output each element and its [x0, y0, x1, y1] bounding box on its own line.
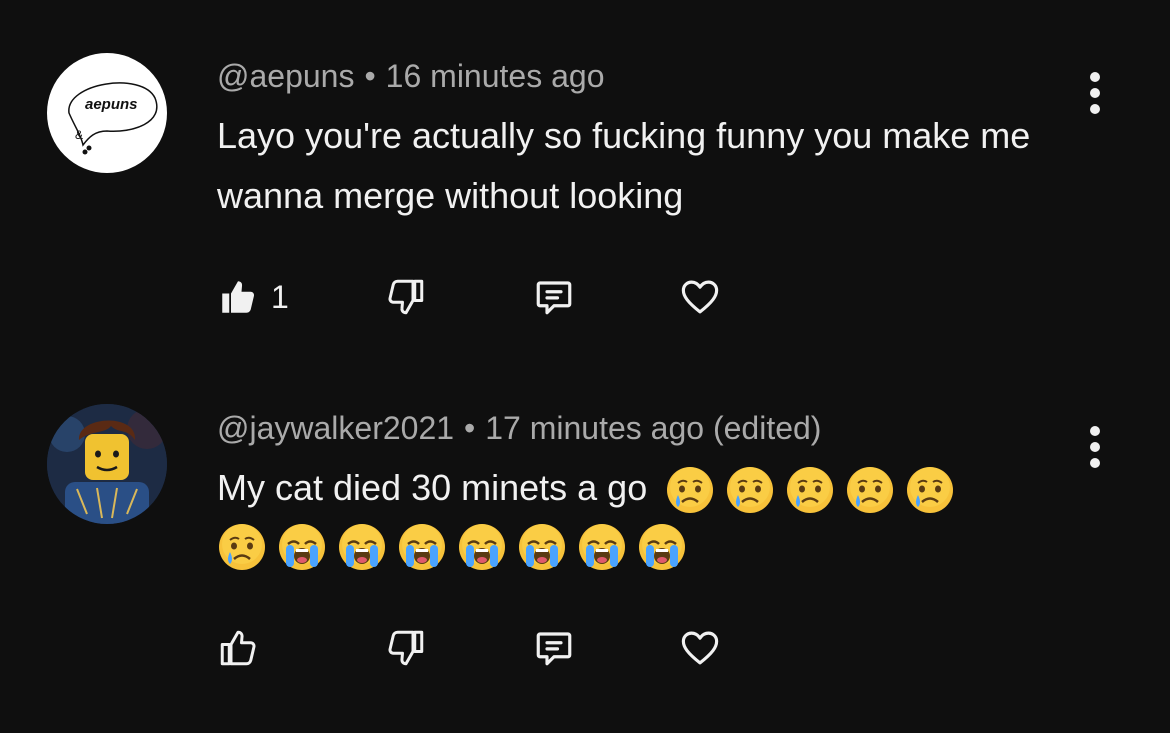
comment-text: Layo you're actually so fucking funny yo… — [217, 115, 1031, 216]
dislike-button[interactable] — [385, 272, 427, 322]
avatar[interactable]: aepuns & — [47, 53, 167, 173]
thumbs-up-filled-icon — [217, 276, 259, 318]
crying-face-emoji-icon — [785, 465, 835, 515]
reply-button[interactable] — [533, 623, 575, 673]
meta-separator: • — [364, 58, 376, 94]
reply-comment-icon — [536, 281, 572, 315]
crying-face-emoji-icon — [905, 465, 955, 515]
loudly-crying-face-emoji-icon — [517, 522, 567, 572]
reply-button[interactable] — [533, 272, 575, 322]
more-options-icon[interactable] — [1080, 422, 1110, 472]
comment: aepuns & @aepuns • 16 minutes ago Layo you… — [0, 0, 1170, 360]
loudly-crying-face-emoji-icon — [277, 522, 327, 572]
heart-button[interactable] — [679, 623, 721, 673]
like-button[interactable] — [217, 623, 259, 673]
heart-icon — [681, 631, 719, 665]
like-button[interactable]: 1 — [217, 272, 289, 322]
comment-time: 17 minutes ago (edited) — [485, 410, 822, 446]
crying-face-emoji-icon — [665, 465, 715, 515]
loudly-crying-face-emoji-icon — [397, 522, 447, 572]
emoji-row — [665, 465, 955, 515]
comment-meta: @jaywalker2021 • 17 minutes ago (edited) — [217, 408, 1080, 448]
like-count: 1 — [271, 278, 289, 315]
thumbs-down-icon — [385, 276, 427, 318]
comment-text: My cat died 30 minets a go — [217, 467, 648, 508]
avatar-label: aepuns — [85, 96, 138, 113]
emoji-row — [217, 522, 1080, 572]
comment-actions — [217, 623, 777, 673]
heart-button[interactable] — [679, 272, 721, 322]
avatar-logo: aepuns & — [68, 82, 158, 155]
comment-time: 16 minutes ago — [385, 58, 605, 94]
avatar[interactable] — [47, 404, 167, 524]
comment-text-line: My cat died 30 minets a go — [217, 458, 1080, 518]
avatar-mark: & — [75, 128, 83, 142]
loudly-crying-face-emoji-icon — [637, 522, 687, 572]
reply-comment-icon — [536, 632, 572, 666]
heart-icon — [681, 280, 719, 314]
crying-face-emoji-icon — [845, 465, 895, 515]
comment-meta: @aepuns • 16 minutes ago — [217, 56, 1080, 96]
thumbs-up-icon — [217, 627, 259, 669]
avatar-image — [47, 404, 167, 524]
comment: @jaywalker2021 • 17 minutes ago (edited) M… — [0, 360, 1170, 733]
loudly-crying-face-emoji-icon — [337, 522, 387, 572]
comment-body: @jaywalker2021 • 17 minutes ago (edited) M… — [217, 408, 1080, 572]
comment-handle[interactable]: @jaywalker2021 — [217, 410, 454, 446]
comment-body: @aepuns • 16 minutes ago Layo you're actua… — [217, 56, 1080, 226]
crying-face-emoji-icon — [217, 522, 267, 572]
meta-separator: • — [464, 410, 476, 446]
comment-actions: 1 — [217, 272, 777, 322]
loudly-crying-face-emoji-icon — [577, 522, 627, 572]
loudly-crying-face-emoji-icon — [457, 522, 507, 572]
thumbs-down-icon — [385, 627, 427, 669]
dislike-button[interactable] — [385, 623, 427, 673]
comment-handle[interactable]: @aepuns — [217, 58, 354, 94]
more-options-icon[interactable] — [1080, 68, 1110, 118]
crying-face-emoji-icon — [725, 465, 775, 515]
